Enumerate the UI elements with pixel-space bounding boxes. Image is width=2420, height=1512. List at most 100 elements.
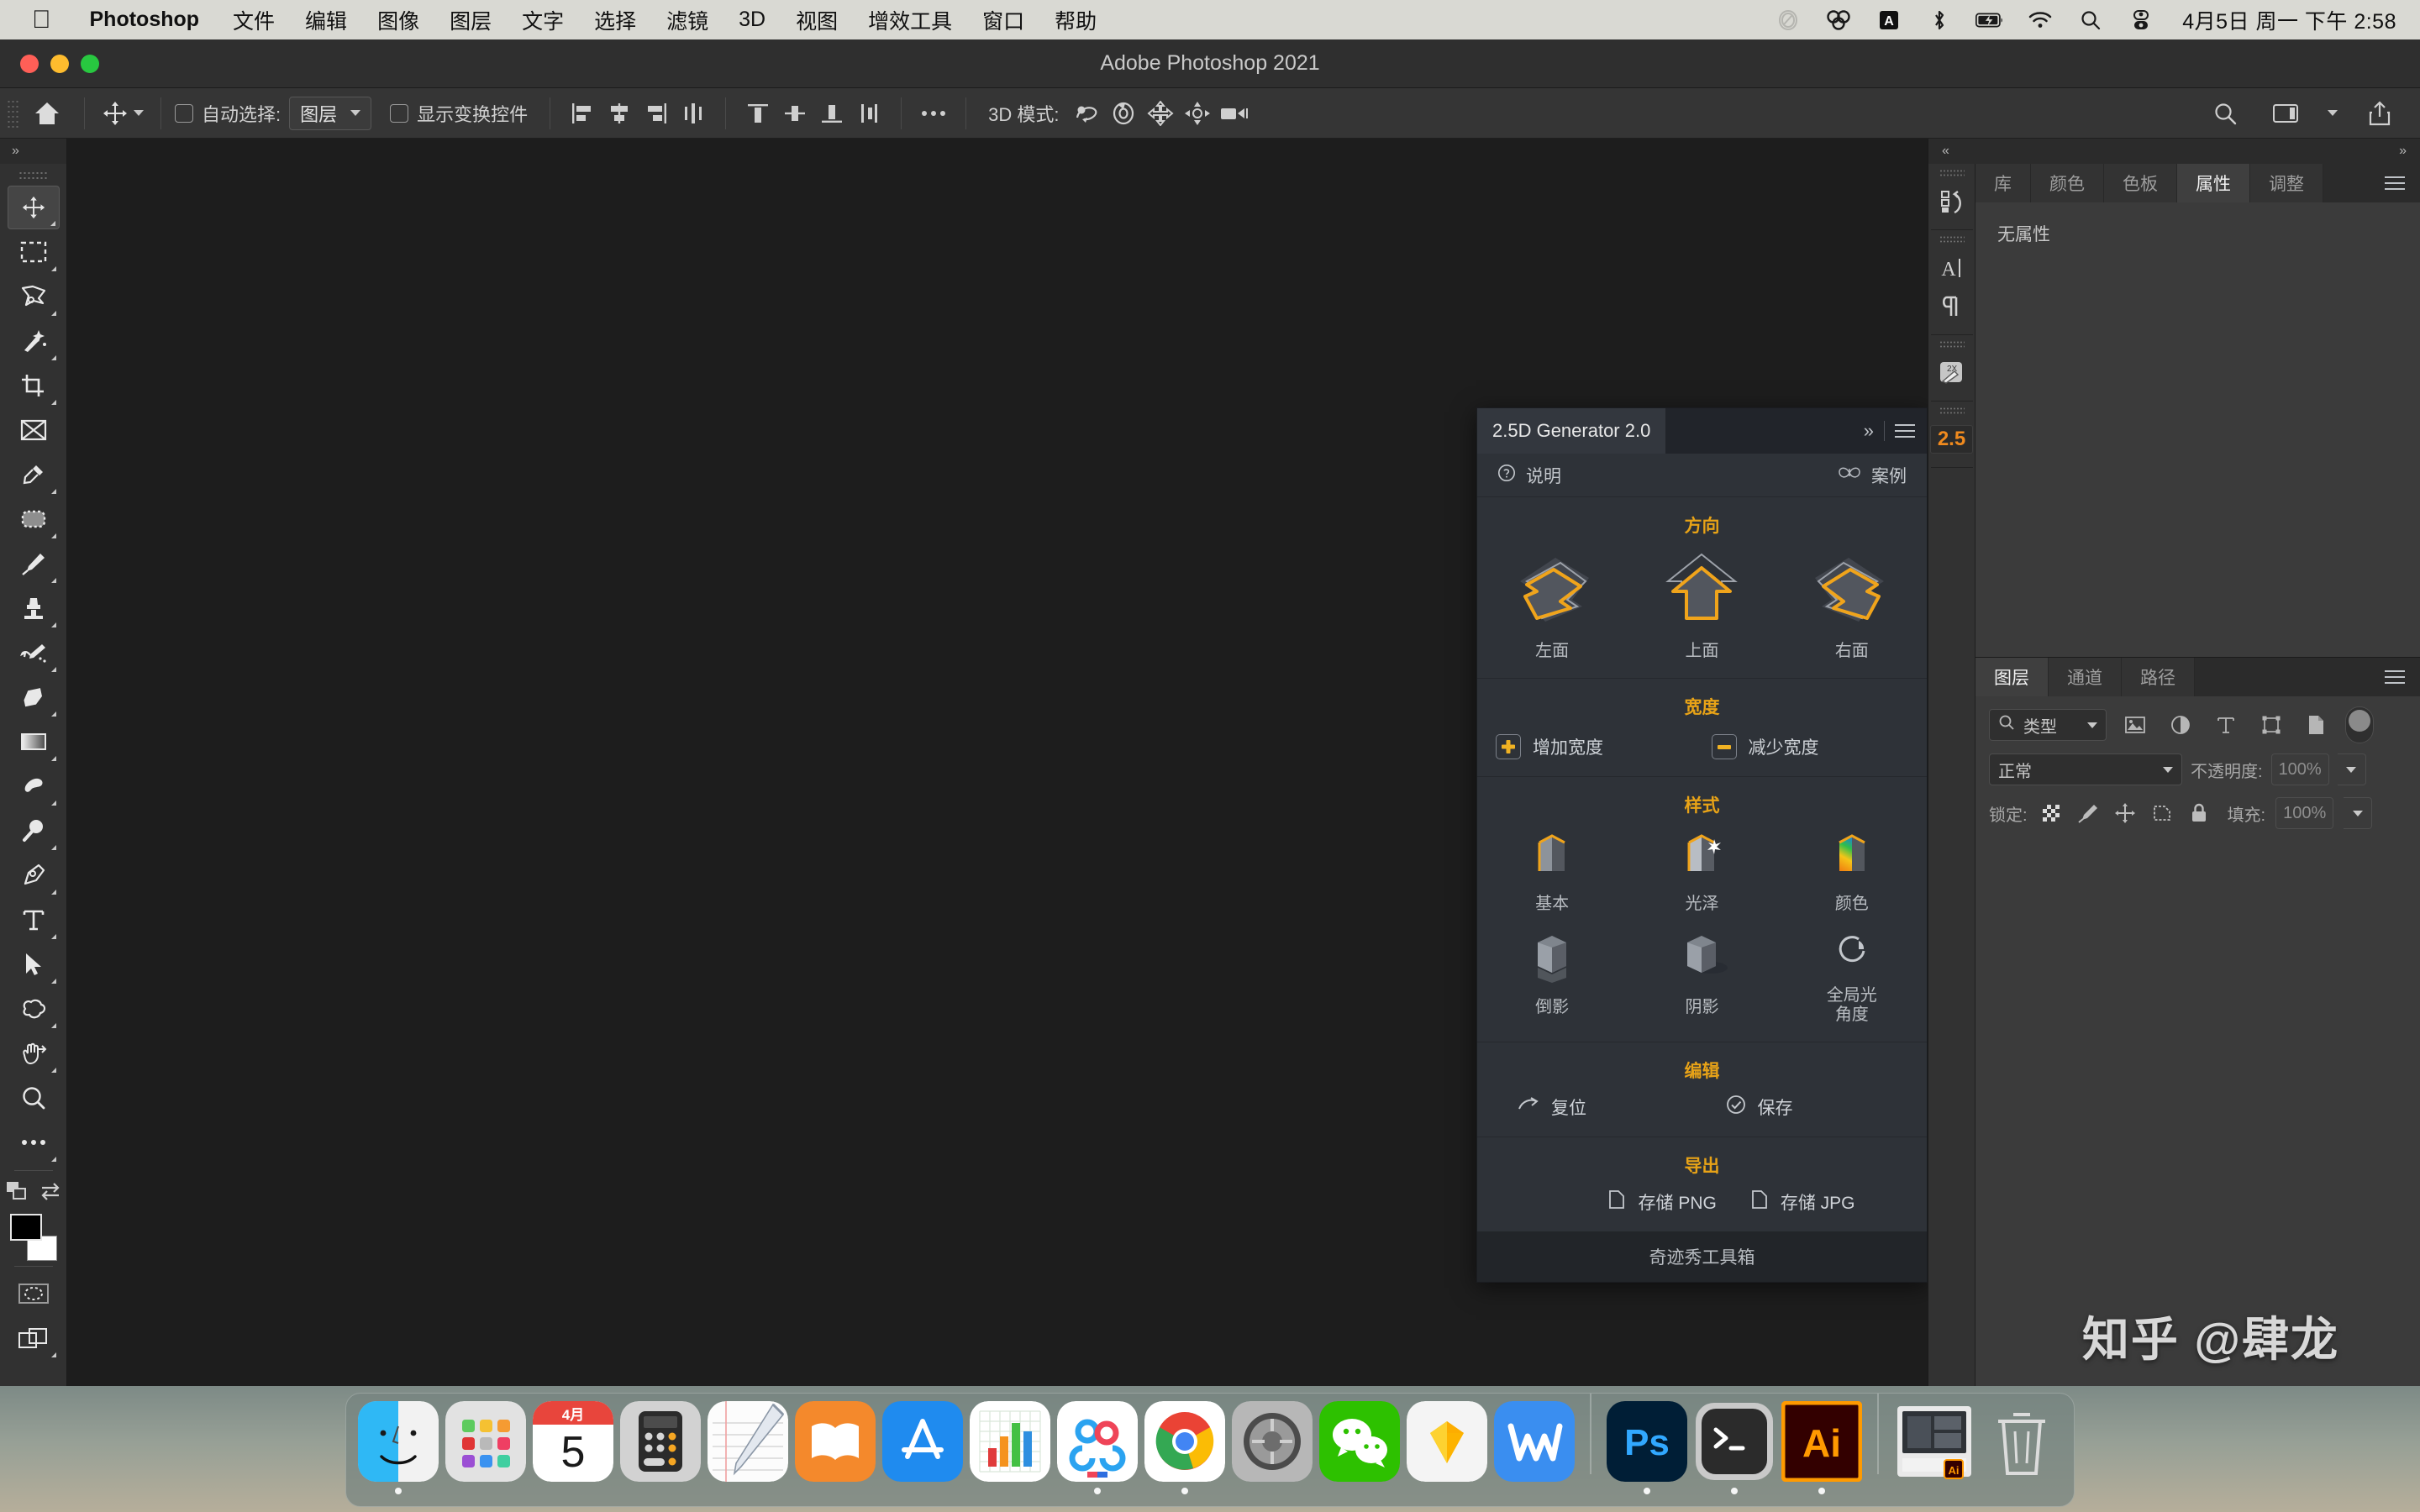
brush-tool[interactable]: [8, 542, 60, 585]
tab-color[interactable]: 颜色: [2031, 164, 2104, 202]
home-icon[interactable]: [24, 94, 71, 133]
style-basic-button[interactable]: 基本: [1477, 829, 1627, 914]
lock-position-icon[interactable]: [2112, 800, 2139, 827]
share-icon[interactable]: [2361, 97, 2398, 130]
align-horizontal-centers-icon[interactable]: [601, 97, 638, 130]
scale-3d-object-icon[interactable]: [1216, 97, 1253, 130]
dodge-tool[interactable]: [8, 809, 60, 853]
pen-tool[interactable]: [8, 853, 60, 897]
frame-tool[interactable]: [8, 408, 60, 452]
foreground-color-swatch[interactable]: [9, 1214, 42, 1241]
dock-item-trash[interactable]: [1978, 1401, 2065, 1494]
layers-list[interactable]: [1975, 839, 2420, 1465]
increase-width-button[interactable]: 增加宽度: [1496, 734, 1693, 759]
style-color-button[interactable]: 颜色: [1777, 829, 1927, 914]
dock-item-app-store[interactable]: [879, 1401, 966, 1494]
save-png-button[interactable]: 存储 PNG: [1549, 1189, 1717, 1215]
screen-mode-icon[interactable]: [8, 1316, 60, 1360]
menu-item-9[interactable]: 增效工具: [853, 5, 967, 35]
example-button[interactable]: 案例: [1838, 463, 1907, 488]
menu-item-6[interactable]: 滤镜: [651, 5, 723, 35]
move-tool-icon[interactable]: [98, 100, 147, 127]
opacity-stepper[interactable]: [2337, 753, 2366, 785]
opacity-field[interactable]: 100%: [2270, 753, 2329, 785]
filter-adjustment-icon[interactable]: [2164, 709, 2197, 741]
hand-tool[interactable]: [8, 1032, 60, 1075]
filter-enable-toggle[interactable]: [2345, 706, 2374, 743]
wifi-icon[interactable]: [2026, 8, 2054, 33]
tab-library[interactable]: 库: [1975, 164, 2031, 202]
eyedropper-tool[interactable]: [8, 453, 60, 496]
lasso-tool[interactable]: [8, 275, 60, 318]
lock-image-pixels-icon[interactable]: [2075, 800, 2102, 827]
filter-type-icon[interactable]: [2209, 709, 2243, 741]
spot-healing-brush-tool[interactable]: [8, 497, 60, 541]
eraser-tool[interactable]: [8, 675, 60, 719]
edit-toolbar-tool[interactable]: [8, 1121, 60, 1164]
move-tool[interactable]: [7, 186, 60, 229]
tab-adjustments[interactable]: 调整: [2250, 164, 2323, 202]
history-brush-tool[interactable]: [8, 631, 60, 675]
dock-item-illustrator[interactable]: Ai: [1778, 1401, 1865, 1494]
help-button[interactable]: 说明: [1497, 463, 1561, 488]
fill-stepper[interactable]: [2344, 797, 2373, 829]
direction-top-button[interactable]: 上面: [1627, 549, 1776, 661]
swap-colors-icon[interactable]: [39, 1181, 61, 1205]
align-left-edges-icon[interactable]: [564, 97, 601, 130]
dock-item-finder[interactable]: [355, 1401, 442, 1494]
menu-item-3[interactable]: 图层: [434, 5, 507, 35]
global-light-angle-button[interactable]: 全局光 角度: [1777, 929, 1927, 1025]
panel-menu-icon[interactable]: [2370, 164, 2420, 202]
custom-shape-tool[interactable]: [8, 987, 60, 1031]
default-colors-icon[interactable]: [6, 1181, 28, 1205]
path-selection-tool[interactable]: [8, 942, 60, 986]
distribute-horizontally-icon[interactable]: [675, 97, 712, 130]
dock-item-launchpad[interactable]: [442, 1401, 529, 1494]
quick-selection-tool[interactable]: [8, 319, 60, 363]
menu-item-1[interactable]: 编辑: [290, 5, 362, 35]
generator-panel-tab[interactable]: 2.5D Generator 2.0: [1477, 408, 1666, 454]
tab-channels[interactable]: 通道: [2049, 658, 2122, 696]
tab-paths[interactable]: 路径: [2122, 658, 2195, 696]
align-bottom-edges-icon[interactable]: [813, 97, 850, 130]
decrease-width-button[interactable]: 减少宽度: [1693, 734, 1909, 759]
filter-pixel-icon[interactable]: [2118, 709, 2152, 741]
pan-3d-object-icon[interactable]: [1142, 97, 1179, 130]
panel-menu-icon[interactable]: [1895, 424, 1915, 438]
align-top-edges-icon[interactable]: [739, 97, 776, 130]
auto-select-checkbox[interactable]: [175, 103, 193, 123]
quick-mask-icon[interactable]: [8, 1272, 60, 1315]
character-panel-icon[interactable]: A: [1939, 249, 1965, 287]
move-tool-chevron-icon[interactable]: [134, 110, 144, 116]
expand-toolbar-icon[interactable]: »: [0, 139, 66, 164]
search-icon[interactable]: [2207, 97, 2244, 130]
dock-item-sketch[interactable]: [1403, 1401, 1491, 1494]
slide-3d-object-icon[interactable]: [1179, 97, 1216, 130]
align-vertical-centers-icon[interactable]: [776, 97, 813, 130]
dock-item-photoshop[interactable]: Ps: [1603, 1401, 1691, 1494]
dock-item-calendar[interactable]: 4月 5: [529, 1401, 617, 1494]
history-panel-icon[interactable]: [1930, 164, 1973, 230]
style-gloss-button[interactable]: 光泽: [1627, 829, 1776, 914]
menubar-clock[interactable]: 4月5日 周一 下午 2:58: [2177, 5, 2396, 35]
rotate-3d-object-icon[interactable]: [1068, 97, 1105, 130]
dock-item-books[interactable]: [792, 1401, 879, 1494]
dock-item-calculator[interactable]: [617, 1401, 704, 1494]
options-bar-grip[interactable]: [7, 98, 18, 128]
crop-tool[interactable]: [8, 364, 60, 407]
align-right-edges-icon[interactable]: [638, 97, 675, 130]
panel-menu-icon[interactable]: [2370, 658, 2420, 696]
reset-button[interactable]: 复位: [1496, 1095, 1701, 1120]
lock-all-icon[interactable]: [2186, 800, 2212, 827]
menu-item-7[interactable]: 3D: [723, 8, 781, 32]
dock-item-system-preferences[interactable]: [1228, 1401, 1316, 1494]
workspace-icon[interactable]: [2267, 97, 2304, 130]
dock-item-baidu-netdisk[interactable]: [1054, 1401, 1141, 1494]
color-swatches[interactable]: [9, 1214, 57, 1261]
paragraph-panel-icon[interactable]: [1939, 287, 1965, 326]
menu-item-0[interactable]: 文件: [218, 5, 290, 35]
style-reflection-button[interactable]: 倒影: [1477, 929, 1627, 1025]
save-button[interactable]: 保存: [1701, 1095, 1909, 1120]
tab-layers[interactable]: 图层: [1975, 658, 2049, 696]
menu-item-2[interactable]: 图像: [362, 5, 434, 35]
